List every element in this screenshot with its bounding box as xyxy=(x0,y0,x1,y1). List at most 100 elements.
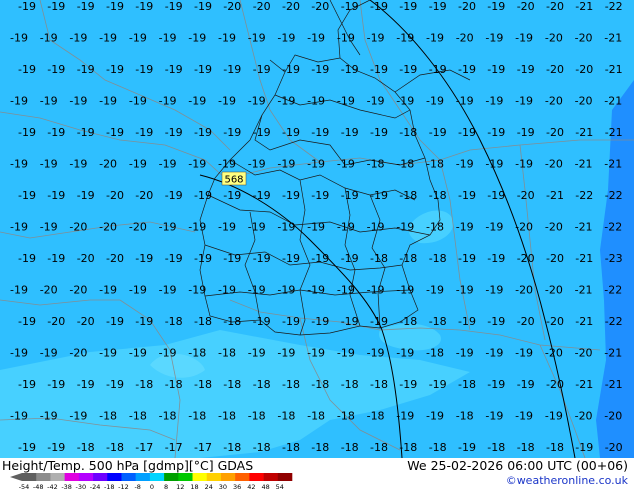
temperature-label: -21 xyxy=(604,95,622,108)
colorbar-swatch xyxy=(263,473,279,481)
temperature-label: -23 xyxy=(605,252,623,265)
temperature-label: -20 xyxy=(99,221,117,234)
temperature-label: -18 xyxy=(165,315,183,328)
colorbar-tick-label: -12 xyxy=(118,483,129,490)
temperature-label: -19 xyxy=(515,32,533,45)
temperature-label: -21 xyxy=(604,158,622,171)
temperature-label: -19 xyxy=(18,126,36,139)
temperature-label: -19 xyxy=(18,189,36,202)
temperature-label: -18 xyxy=(429,441,447,454)
temperature-label: -18 xyxy=(277,410,295,423)
temperature-label: -19 xyxy=(69,410,87,423)
temperature-label: -19 xyxy=(370,315,388,328)
colorbar-swatch xyxy=(121,473,136,481)
temperature-label: -20 xyxy=(575,347,593,360)
temperature-label: -19 xyxy=(223,189,241,202)
temperature-label: -19 xyxy=(370,0,388,13)
temperature-label: -19 xyxy=(517,63,535,76)
temperature-label: -18 xyxy=(429,252,447,265)
temperature-label: -19 xyxy=(10,284,28,297)
temperature-label: -19 xyxy=(277,347,295,360)
temperature-label: -20 xyxy=(545,221,563,234)
temperature-label: -21 xyxy=(575,284,593,297)
colorbar-ticks: -54 -48 -42 -38 -30 -24 -18 -12 -8 0 8 12 18 24 30 36 42… xyxy=(19,483,284,490)
temperature-label: -19 xyxy=(487,0,505,13)
temperature-label: -19 xyxy=(311,63,329,76)
temperature-label: -19 xyxy=(18,63,36,76)
credit-link[interactable]: ©weatheronline.co.uk xyxy=(506,474,628,487)
temperature-label: -19 xyxy=(487,189,505,202)
temperature-label: -19 xyxy=(396,95,414,108)
temperature-label: -19 xyxy=(485,410,503,423)
temperature-label: -19 xyxy=(159,32,177,45)
temperature-label: -19 xyxy=(396,221,414,234)
temperature-label: -19 xyxy=(159,221,177,234)
temperature-label: -20 xyxy=(129,221,147,234)
temperature-label: -19 xyxy=(99,284,117,297)
temperature-label: -19 xyxy=(165,126,183,139)
temperature-label: -19 xyxy=(188,95,206,108)
temperature-label: -18 xyxy=(194,315,212,328)
colorbar-swatch xyxy=(50,473,65,481)
temperature-label: -19 xyxy=(248,221,266,234)
temperature-label: -19 xyxy=(515,95,533,108)
temperature-label: -19 xyxy=(429,63,447,76)
temperature-label: -18 xyxy=(129,410,147,423)
temperature-label: -18 xyxy=(426,221,444,234)
temperature-label: -19 xyxy=(399,63,417,76)
temperature-label: -21 xyxy=(575,221,593,234)
temperature-label: -19 xyxy=(129,158,147,171)
temperature-label: -20 xyxy=(517,252,535,265)
colorbar-tick-label: 36 xyxy=(233,483,241,490)
temperature-label: -20 xyxy=(545,347,563,360)
temperature-label: -19 xyxy=(106,63,124,76)
temperature-label: -19 xyxy=(248,158,266,171)
temperature-label: -20 xyxy=(545,284,563,297)
temperature-label: -19 xyxy=(40,221,58,234)
temperature-label: -20 xyxy=(47,315,65,328)
temperature-label: -22 xyxy=(605,0,623,13)
colorbar-tick-label: -54 xyxy=(19,483,30,490)
temperature-label: -19 xyxy=(458,63,476,76)
temperature-label: -18 xyxy=(458,378,476,391)
temperature-label: -19 xyxy=(188,32,206,45)
temperature-label: -19 xyxy=(485,347,503,360)
temperature-label: -19 xyxy=(40,95,58,108)
colorbar-tick-label: 8 xyxy=(164,483,168,490)
temperature-label: -19 xyxy=(18,315,36,328)
temperature-label: -19 xyxy=(337,158,355,171)
colorbar-tick-label: 0 xyxy=(150,483,154,490)
temperature-label: -20 xyxy=(575,63,593,76)
temperature-label: -21 xyxy=(575,378,593,391)
temperature-label: -19 xyxy=(47,441,65,454)
temperature-label: -19 xyxy=(47,378,65,391)
temperature-label: -17 xyxy=(194,441,212,454)
temperature-label: -19 xyxy=(487,315,505,328)
temperature-label: -20 xyxy=(223,0,241,13)
temperature-label: -21 xyxy=(546,189,564,202)
temperature-label: -19 xyxy=(341,0,359,13)
temperature-label: -20 xyxy=(546,0,564,13)
temperature-label: -19 xyxy=(69,158,87,171)
temperature-label: -19 xyxy=(311,126,329,139)
temperature-label: -20 xyxy=(69,284,87,297)
temperature-label: -19 xyxy=(129,284,147,297)
temperature-label: -19 xyxy=(218,32,236,45)
temperature-label: -19 xyxy=(277,158,295,171)
temperature-label: -19 xyxy=(341,252,359,265)
colorbar-tick-label: -8 xyxy=(134,483,140,490)
temperature-label: -19 xyxy=(396,347,414,360)
temperature-label: -19 xyxy=(337,347,355,360)
temperature-label: -19 xyxy=(218,221,236,234)
temperature-label: -19 xyxy=(194,0,212,13)
weather-map-page: 568 -19 -19 -19 -19 -19 -19 -19 -20 -20 -20 -20 -19… xyxy=(0,0,634,490)
temperature-label: -20 xyxy=(604,410,622,423)
colorbar-swatches xyxy=(10,473,293,481)
temperature-label: -19 xyxy=(515,158,533,171)
temperature-label: -19 xyxy=(69,32,87,45)
temperature-label: -18 xyxy=(456,410,474,423)
temperature-label: -19 xyxy=(47,126,65,139)
temperature-label: -19 xyxy=(69,95,87,108)
temperature-label: -19 xyxy=(575,441,593,454)
temperature-label: -18 xyxy=(106,441,124,454)
